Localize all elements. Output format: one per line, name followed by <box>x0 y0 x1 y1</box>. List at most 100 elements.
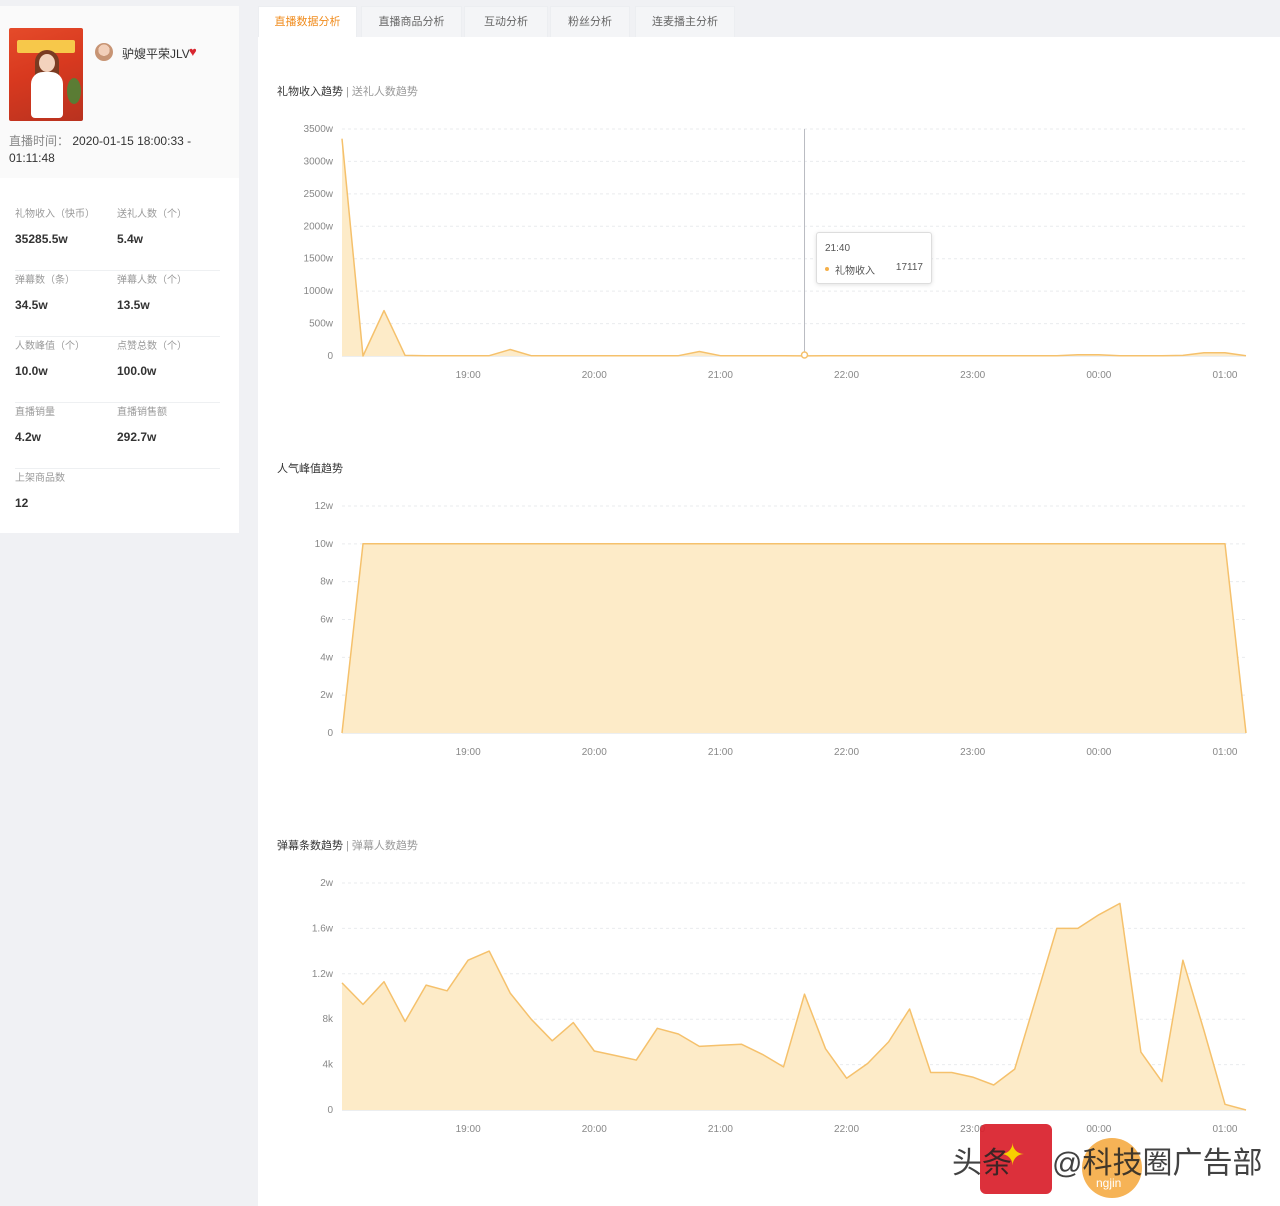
watermark-text-1: 头条 <box>952 1147 1012 1180</box>
data-point <box>363 356 364 357</box>
chart-title-popularity: 人气峰值趋势 <box>277 460 343 476</box>
data-point <box>699 351 700 352</box>
data-point <box>909 355 910 356</box>
chart-title-alt[interactable]: 弹幕人数趋势 <box>352 840 418 852</box>
tooltip-time: 21:40 <box>825 243 851 254</box>
data-point <box>993 355 994 356</box>
chart-title-alt[interactable]: 送礼人数趋势 <box>352 86 418 98</box>
x-tick-label: 01:00 <box>1212 370 1237 381</box>
data-point <box>384 981 385 982</box>
title-separator: | <box>346 86 349 98</box>
data-point <box>342 733 343 734</box>
data-point <box>447 990 448 991</box>
data-point <box>720 1045 721 1046</box>
data-point <box>867 1063 868 1064</box>
data-point <box>972 1077 973 1078</box>
stat-row: 弹幕数（条） 34.5w 弹幕人数（个） 13.5w <box>15 271 220 337</box>
stat-likes: 点赞总数（个） 100.0w <box>117 337 187 378</box>
x-tick-label: 21:00 <box>708 747 733 758</box>
data-point <box>342 982 343 983</box>
y-tick-label: 8w <box>320 577 334 588</box>
data-point <box>1119 355 1120 356</box>
data-point <box>657 1028 658 1029</box>
data-point <box>573 355 574 356</box>
data-point <box>699 1046 700 1047</box>
data-point <box>1225 1104 1226 1105</box>
data-point <box>1246 733 1247 734</box>
chart-title-gift: 礼物收入趋势 | 送礼人数趋势 <box>277 83 418 99</box>
data-point <box>1161 355 1162 356</box>
x-tick-label: 20:00 <box>582 747 607 758</box>
data-point <box>1225 352 1226 353</box>
data-point <box>930 1072 931 1073</box>
data-point <box>552 355 553 356</box>
stat-label: 礼物收入（快币） <box>15 209 95 220</box>
stat-value: 100.0w <box>117 364 157 378</box>
watermark: ✦ 头条 @科技圈广告部 ngjin <box>952 1124 1262 1200</box>
data-point <box>552 1040 553 1041</box>
cover-face <box>39 54 55 72</box>
data-point <box>951 1072 952 1073</box>
tab-live-data[interactable]: 直播数据分析 <box>258 6 357 37</box>
data-point <box>531 1019 532 1020</box>
data-point <box>1204 352 1205 353</box>
danmaku-chart[interactable]: 04k8k1.2w1.6w2w19:00 20:00 21:00 22:00 23:00… <box>258 864 1258 1149</box>
y-tick-label: 4k <box>322 1060 334 1071</box>
data-point <box>636 1060 637 1061</box>
data-point <box>468 355 469 356</box>
x-tick-label: 22:00 <box>834 1124 859 1135</box>
y-tick-label: 500w <box>309 319 334 330</box>
stat-label: 弹幕人数（个） <box>117 275 187 286</box>
tab-interaction[interactable]: 互动分析 <box>464 6 548 37</box>
data-point <box>384 310 385 311</box>
x-tick-label: 22:00 <box>834 370 859 381</box>
data-point <box>405 1021 406 1022</box>
stats-panel: 礼物收入（快币） 35285.5w 送礼人数（个） 5.4w 弹幕数（条） 34… <box>0 178 239 533</box>
y-tick-label: 3000w <box>304 156 334 167</box>
tab-fans[interactable]: 粉丝分析 <box>550 6 630 37</box>
data-point <box>1140 1052 1141 1053</box>
stat-gift-income: 礼物收入（快币） 35285.5w <box>15 205 95 246</box>
data-point <box>1077 928 1078 929</box>
data-point <box>1056 355 1057 356</box>
data-point <box>1014 355 1015 356</box>
tab-co-streamers[interactable]: 连麦播主分析 <box>635 6 735 37</box>
data-point <box>1225 543 1226 544</box>
data-point <box>1056 928 1057 929</box>
gift-income-chart[interactable]: 0 500w 1000w 1500w 2000w 2500w 3000w 3500w 19:00… <box>258 110 1258 395</box>
data-point <box>1014 1069 1015 1070</box>
data-point <box>1098 354 1099 355</box>
watermark-text-2: @科技圈广告部 <box>1052 1147 1263 1180</box>
popularity-chart[interactable]: 0 2w 4w 6w 8w 10w 12w 19:00 20:00 21:00 22:00 23:00… <box>258 487 1258 772</box>
stat-products: 上架商品数 12 <box>15 469 65 510</box>
tab-products[interactable]: 直播商品分析 <box>361 6 462 37</box>
chart-title-main[interactable]: 弹幕条数趋势 <box>277 840 343 852</box>
y-tick-label: 8k <box>322 1014 334 1025</box>
stat-label: 直播销售额 <box>117 407 167 418</box>
tooltip-series: 礼物收入 <box>835 266 875 277</box>
y-tick-label: 1.2w <box>312 969 334 980</box>
x-tick-label: 22:00 <box>834 747 859 758</box>
avatar[interactable] <box>95 43 113 61</box>
data-point <box>741 1044 742 1045</box>
data-point <box>531 355 532 356</box>
y-tick-label: 1500w <box>304 254 334 265</box>
cover-leaf <box>67 78 81 104</box>
stat-value: 13.5w <box>117 298 150 312</box>
stat-label: 点赞总数（个） <box>117 341 187 352</box>
data-point <box>909 1009 910 1010</box>
live-cover-image[interactable] <box>9 28 83 121</box>
data-point <box>804 994 805 995</box>
x-tick-label: 20:00 <box>582 370 607 381</box>
stat-value: 4.2w <box>15 430 42 444</box>
streamer-name[interactable]: 驴嫂平荣JLV <box>122 45 190 62</box>
data-point <box>1140 355 1141 356</box>
data-point <box>363 543 364 544</box>
data-point <box>972 355 973 356</box>
data-point <box>867 355 868 356</box>
data-point <box>1035 355 1036 356</box>
x-tick-label: 00:00 <box>1086 747 1111 758</box>
chart-title-main[interactable]: 礼物收入趋势 <box>277 86 343 98</box>
data-point <box>342 138 343 139</box>
stat-label: 弹幕数（条） <box>15 275 75 286</box>
